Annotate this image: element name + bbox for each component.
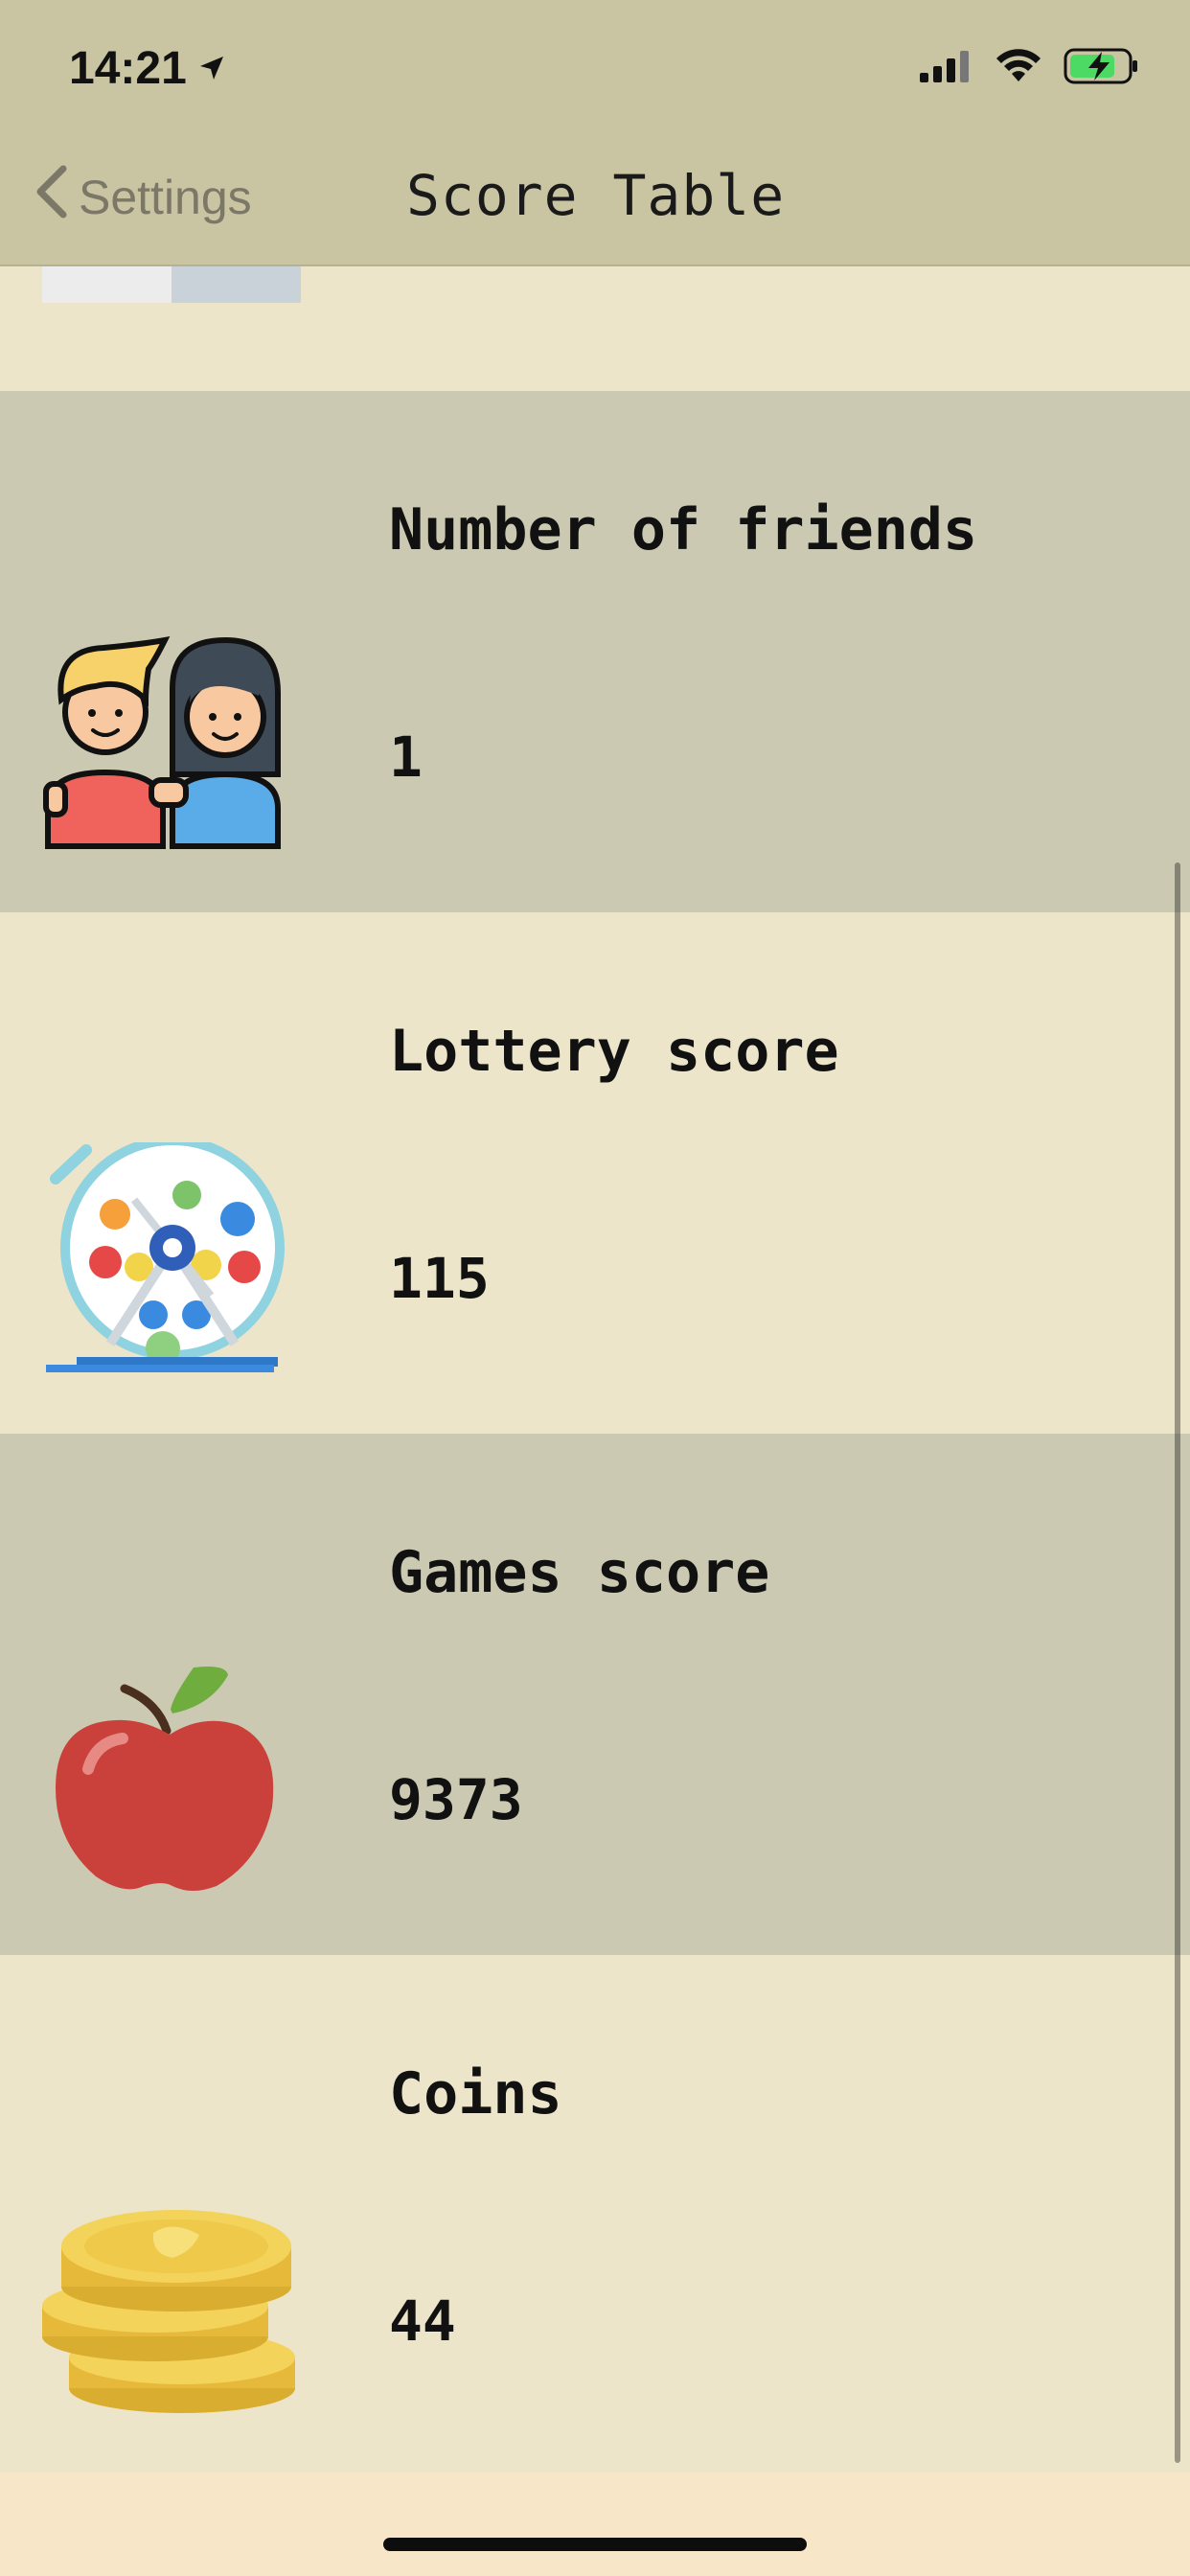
back-button-label: Settings <box>79 171 252 224</box>
row-value: 115 <box>389 1246 490 1311</box>
score-table-screen: 14:21 Settings Score Table Number of fri… <box>0 0 1190 2576</box>
location-arrow-icon <box>196 42 227 95</box>
row-label: Coins <box>389 2060 562 2128</box>
cellular-signal-icon <box>920 50 973 86</box>
status-bar-time: 14:21 <box>69 42 227 95</box>
coins-icon <box>38 2185 307 2415</box>
partial-row-icon <box>42 266 301 303</box>
status-time-text: 14:21 <box>69 43 187 94</box>
home-indicator[interactable] <box>383 2538 807 2551</box>
apple-icon <box>38 1664 307 1894</box>
partial-previous-row <box>0 266 1190 391</box>
row-value: 9373 <box>389 1767 523 1832</box>
list-item-coins: Coins 44 <box>0 1955 1190 2476</box>
list-item-friends: Number of friends 1 <box>0 391 1190 912</box>
navigation-bar: 14:21 Settings Score Table <box>0 0 1190 266</box>
chevron-left-icon <box>33 163 71 232</box>
list-item-games: Games score 9373 <box>0 1434 1190 1955</box>
row-value: 1 <box>389 724 423 790</box>
back-button[interactable]: Settings <box>33 163 252 232</box>
scrollbar[interactable] <box>1175 862 1180 2463</box>
row-label: Games score <box>389 1539 770 1606</box>
battery-charging-icon <box>1064 48 1140 88</box>
friends-icon <box>38 621 307 851</box>
score-list[interactable]: Number of friends 1 Lottery score 115 Ga… <box>0 266 1190 2476</box>
page-title: Score Table <box>406 163 786 228</box>
list-item-lottery: Lottery score 115 <box>0 912 1190 1434</box>
row-label: Lottery score <box>389 1018 839 1085</box>
lottery-machine-icon <box>38 1136 307 1372</box>
bottom-safe-area <box>0 2472 1190 2576</box>
row-value: 44 <box>389 2288 456 2354</box>
status-icons <box>920 48 1140 88</box>
wifi-icon <box>995 49 1042 87</box>
row-label: Number of friends <box>389 496 978 564</box>
